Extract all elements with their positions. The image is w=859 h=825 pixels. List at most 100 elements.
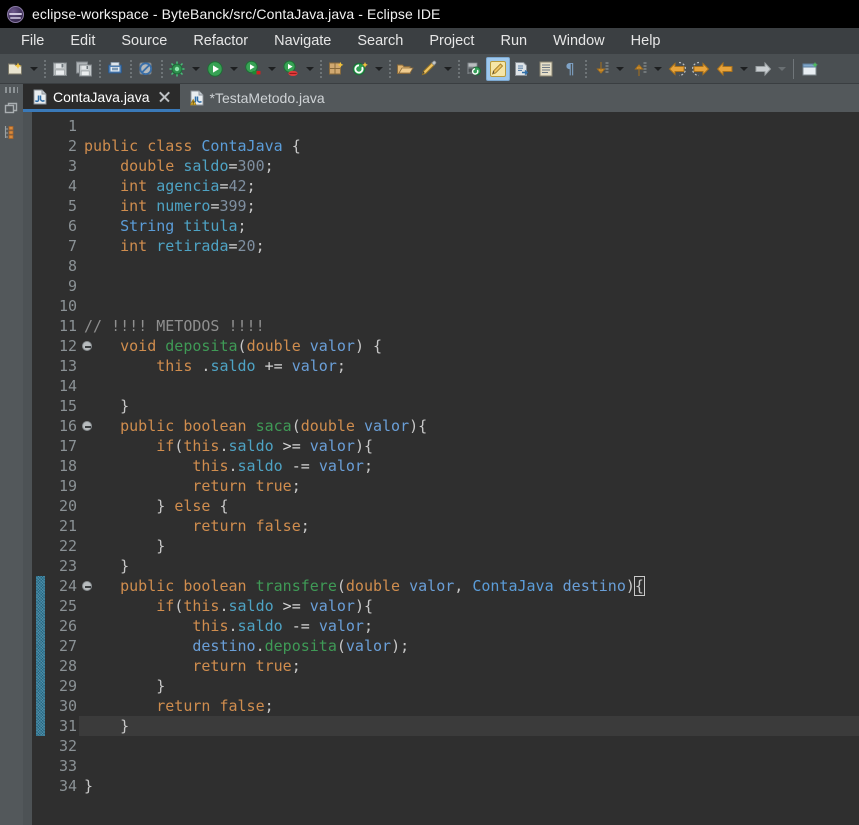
code-line[interactable]: // !!!! METODOS !!!!: [79, 316, 859, 336]
toggle-mark-occurrences-icon[interactable]: [486, 56, 510, 81]
print-icon[interactable]: [103, 57, 127, 81]
code-token: ;: [291, 477, 301, 495]
close-icon[interactable]: [158, 90, 171, 103]
menu-item-help[interactable]: Help: [618, 30, 674, 52]
menu-item-project[interactable]: Project: [416, 30, 487, 52]
strip-grip-handle[interactable]: [5, 87, 18, 93]
code-line[interactable]: int retirada=20;: [79, 236, 859, 256]
back-dropdown-arrow[interactable]: [737, 57, 751, 81]
debug-dropdown-arrow[interactable]: [189, 57, 203, 81]
code-line[interactable]: [79, 116, 859, 136]
code-text-area[interactable]: public class ContaJava { double saldo=30…: [79, 112, 859, 825]
new-java-package-icon[interactable]: [324, 57, 348, 81]
pencil-dropdown-arrow[interactable]: [441, 57, 455, 81]
show-whitespace-icon[interactable]: [534, 57, 558, 81]
code-token: ;: [363, 617, 373, 635]
coverage-dropdown-arrow[interactable]: [265, 57, 279, 81]
code-editor[interactable]: 1 2 3 4 5 6 7 8 9 10 11 12 13 14 15 16 17 18 19 20 21 22 23 24 2…: [23, 112, 859, 825]
code-line[interactable]: }: [79, 556, 859, 576]
code-line[interactable]: return false;: [79, 696, 859, 716]
code-line[interactable]: this.saldo -= valor;: [79, 456, 859, 476]
forward-history-icon[interactable]: [751, 57, 775, 81]
class-dropdown-arrow[interactable]: [372, 57, 386, 81]
menu-item-file[interactable]: File: [8, 30, 57, 52]
code-line[interactable]: public class ContaJava {: [79, 136, 859, 156]
code-line[interactable]: String titula;: [79, 216, 859, 236]
code-line[interactable]: [79, 756, 859, 776]
next-annotation-icon[interactable]: [589, 57, 613, 81]
menu-item-source[interactable]: Source: [108, 30, 180, 52]
new-dropdown-arrow[interactable]: [27, 57, 41, 81]
open-type-icon[interactable]: [393, 57, 417, 81]
code-line[interactable]: }: [79, 716, 859, 736]
code-token: .: [192, 357, 211, 375]
code-line[interactable]: [79, 296, 859, 316]
debug-icon[interactable]: [165, 57, 189, 81]
code-line[interactable]: }: [79, 396, 859, 416]
editor-tab-0[interactable]: ContaJava.java: [23, 84, 180, 112]
new-java-class-icon[interactable]: [348, 57, 372, 81]
annotation-ruler[interactable]: [23, 112, 32, 825]
menu-item-navigate[interactable]: Navigate: [261, 30, 344, 52]
no-build-icon[interactable]: [134, 57, 158, 81]
code-line[interactable]: return false;: [79, 516, 859, 536]
code-line[interactable]: [79, 376, 859, 396]
code-line[interactable]: if(this.saldo >= valor){: [79, 436, 859, 456]
code-line[interactable]: int numero=399;: [79, 196, 859, 216]
run-icon[interactable]: [203, 57, 227, 81]
menu-item-search[interactable]: Search: [344, 30, 416, 52]
external-dropdown-arrow[interactable]: [303, 57, 317, 81]
code-token: destino: [562, 577, 626, 595]
previous-annotation-arrow[interactable]: [651, 57, 665, 81]
new-editor-icon[interactable]: [510, 57, 534, 81]
code-token: int: [120, 237, 148, 255]
code-line[interactable]: }: [79, 676, 859, 696]
line-number-gutter[interactable]: 1 2 3 4 5 6 7 8 9 10 11 12 13 14 15 16 17 18 19 20 21 22 23 24 2…: [32, 112, 92, 825]
save-icon[interactable]: [48, 57, 72, 81]
code-line[interactable]: return true;: [79, 476, 859, 496]
editor-tab-1[interactable]: *TestaMetodo.java: [180, 84, 334, 112]
code-line[interactable]: public boolean transfere(double valor, C…: [79, 576, 859, 596]
code-line[interactable]: int agencia=42;: [79, 176, 859, 196]
search-type-icon[interactable]: [462, 57, 486, 81]
code-line[interactable]: [79, 256, 859, 276]
code-line[interactable]: }: [79, 536, 859, 556]
new-window-icon[interactable]: [798, 57, 822, 81]
save-all-icon[interactable]: [72, 57, 96, 81]
menu-item-edit[interactable]: Edit: [57, 30, 108, 52]
menu-item-refactor[interactable]: Refactor: [180, 30, 261, 52]
last-edit-location-icon[interactable]: [665, 57, 689, 81]
menu-item-run[interactable]: Run: [487, 30, 540, 52]
line-number: 9: [67, 277, 77, 295]
code-line[interactable]: }: [79, 776, 859, 796]
next-annotation-arrow[interactable]: [613, 57, 627, 81]
line-number: 15: [58, 397, 77, 415]
code-line[interactable]: void deposita(double valor) {: [79, 336, 859, 356]
restore-view-icon[interactable]: [3, 99, 21, 117]
run-coverage-icon[interactable]: [241, 57, 265, 81]
code-line[interactable]: this .saldo += valor;: [79, 356, 859, 376]
menu-item-window[interactable]: Window: [540, 30, 618, 52]
code-token: -=: [282, 617, 319, 635]
code-token: public: [120, 577, 175, 595]
code-line[interactable]: return true;: [79, 656, 859, 676]
code-line[interactable]: if(this.saldo >= valor){: [79, 596, 859, 616]
outline-view-icon[interactable]: [3, 123, 21, 141]
pilcrow-icon[interactable]: ¶: [558, 57, 582, 81]
code-line[interactable]: this.saldo -= valor;: [79, 616, 859, 636]
run-external-icon[interactable]: [279, 57, 303, 81]
code-token: .: [228, 617, 238, 635]
code-line[interactable]: public boolean saca(double valor){: [79, 416, 859, 436]
code-line[interactable]: double saldo=300;: [79, 156, 859, 176]
code-line[interactable]: destino.deposita(valor);: [79, 636, 859, 656]
code-line[interactable]: [79, 276, 859, 296]
forward-edit-icon[interactable]: [689, 57, 713, 81]
previous-annotation-icon[interactable]: [627, 57, 651, 81]
run-dropdown-arrow[interactable]: [227, 57, 241, 81]
back-history-icon[interactable]: [713, 57, 737, 81]
new-wizard-icon[interactable]: [3, 57, 27, 81]
edit-pencil-icon[interactable]: [417, 57, 441, 81]
code-line[interactable]: } else {: [79, 496, 859, 516]
code-line[interactable]: [79, 736, 859, 756]
